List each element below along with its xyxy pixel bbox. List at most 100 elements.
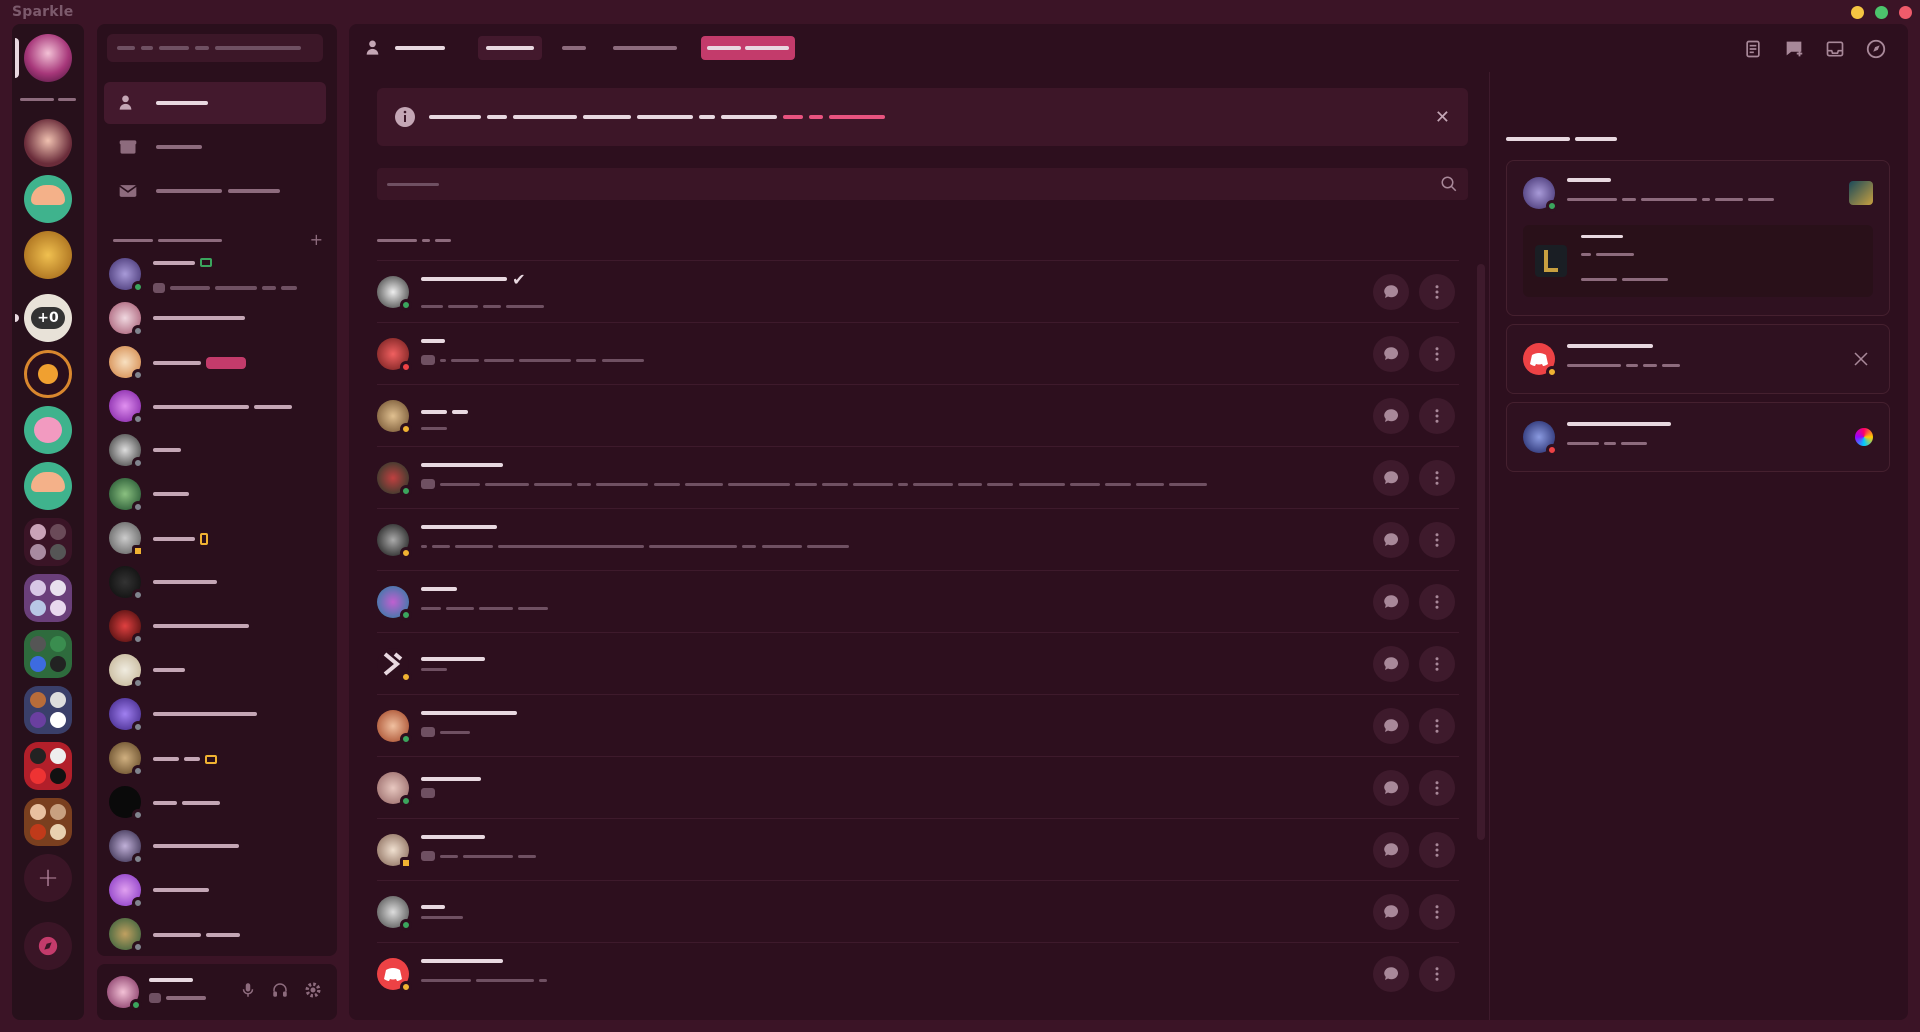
friend-row[interactable] (377, 756, 1459, 818)
close-notice-icon[interactable]: ✕ (1435, 107, 1450, 128)
dm-item[interactable] (109, 694, 325, 734)
nav-friends[interactable] (104, 82, 326, 124)
friend-row[interactable] (377, 818, 1459, 880)
dm-item[interactable] (109, 254, 325, 294)
friend-row[interactable] (377, 880, 1459, 942)
more-options-button[interactable] (1419, 708, 1455, 744)
more-options-button[interactable] (1419, 832, 1455, 868)
pink-character-server-icon[interactable] (24, 406, 72, 454)
message-button[interactable] (1373, 336, 1409, 372)
add-server-icon[interactable]: + (24, 854, 72, 902)
avatar (377, 771, 412, 807)
dm-item[interactable] (109, 386, 325, 426)
create-dm-icon[interactable]: + (310, 230, 323, 249)
dm-item[interactable] (109, 782, 325, 822)
friend-row[interactable] (377, 942, 1459, 1004)
friend-row[interactable] (377, 632, 1459, 694)
home-avatar-icon[interactable] (24, 34, 72, 82)
tab-pending[interactable] (611, 36, 679, 60)
more-options-button[interactable] (1419, 336, 1455, 372)
avatar (109, 434, 144, 469)
more-options-button[interactable] (1419, 522, 1455, 558)
message-button[interactable] (1373, 398, 1409, 434)
message-button[interactable] (1373, 522, 1409, 558)
changelog-icon[interactable] (1741, 37, 1765, 61)
folder-icon[interactable] (24, 742, 72, 790)
circle-badge-server-icon[interactable] (24, 350, 72, 398)
tab-add-friend[interactable] (701, 36, 795, 60)
more-options-button[interactable] (1419, 398, 1455, 434)
activity-card[interactable] (1506, 402, 1890, 472)
message-button[interactable] (1373, 832, 1409, 868)
message-button[interactable] (1373, 708, 1409, 744)
mushroom-server-icon[interactable] (24, 175, 72, 223)
nav-message-requests[interactable] (104, 170, 326, 212)
dm-item[interactable] (109, 474, 325, 514)
dm-item[interactable] (109, 826, 325, 866)
folder-icon[interactable] (24, 798, 72, 846)
more-options-button[interactable] (1419, 956, 1455, 992)
settings-icon[interactable] (303, 980, 323, 1004)
user-info[interactable] (149, 977, 207, 1007)
message-button[interactable] (1373, 584, 1409, 620)
dm-item[interactable] (109, 518, 325, 558)
friend-row[interactable] (377, 694, 1459, 756)
avatar[interactable] (107, 976, 142, 1011)
dm-item[interactable] (109, 342, 325, 382)
more-options-button[interactable] (1419, 460, 1455, 496)
message-button[interactable] (1373, 894, 1409, 930)
friend-row[interactable] (377, 384, 1459, 446)
headphones-icon[interactable] (271, 981, 289, 1003)
message-button[interactable] (1373, 274, 1409, 310)
message-button[interactable] (1373, 646, 1409, 682)
dm-item[interactable] (109, 430, 325, 470)
nav-shop[interactable] (104, 126, 326, 168)
dm-item[interactable] (109, 914, 325, 954)
maximize-button[interactable] (1875, 6, 1888, 19)
more-options-button[interactable] (1419, 584, 1455, 620)
avatar (109, 258, 144, 293)
dm-item[interactable] (109, 562, 325, 602)
dm-item[interactable] (109, 870, 325, 910)
friend-row[interactable] (377, 570, 1459, 632)
minimize-button[interactable] (1851, 6, 1864, 19)
friend-row[interactable] (377, 446, 1459, 508)
discover-icon[interactable] (1864, 37, 1888, 61)
folder-icon[interactable] (24, 630, 72, 678)
tab-all[interactable] (558, 36, 590, 60)
server-anime-icon[interactable] (24, 119, 72, 167)
plus-zero-server-icon[interactable]: +0 (24, 294, 72, 342)
microphone-icon[interactable] (239, 981, 257, 1003)
close-button[interactable] (1899, 6, 1912, 19)
discover-icon[interactable] (24, 922, 72, 970)
more-options-button[interactable] (1419, 646, 1455, 682)
activity-card[interactable] (1506, 324, 1890, 394)
folder-icon[interactable] (24, 574, 72, 622)
more-options-button[interactable] (1419, 274, 1455, 310)
more-vertical-icon (1435, 409, 1439, 423)
new-group-dm-icon[interactable] (1782, 37, 1806, 61)
folder-icon[interactable] (24, 518, 72, 566)
dm-item[interactable] (109, 606, 325, 646)
inbox-icon[interactable] (1823, 37, 1847, 61)
tab-online[interactable] (478, 36, 542, 60)
folder-icon[interactable] (24, 686, 72, 734)
message-button[interactable] (1373, 956, 1409, 992)
mushroom-server-icon[interactable] (24, 462, 72, 510)
more-options-button[interactable] (1419, 770, 1455, 806)
activity-card[interactable] (1506, 160, 1890, 316)
dm-item[interactable] (109, 738, 325, 778)
friends-search-input[interactable] (377, 168, 1468, 200)
dm-item[interactable] (109, 298, 325, 338)
friend-row[interactable]: ✔ (377, 260, 1459, 322)
friend-row[interactable] (377, 322, 1459, 384)
more-options-button[interactable] (1419, 894, 1455, 930)
gold-server-icon[interactable] (24, 231, 72, 279)
dm-item[interactable] (109, 650, 325, 690)
scrollbar[interactable] (1477, 264, 1485, 840)
message-button[interactable] (1373, 460, 1409, 496)
avatar (377, 709, 412, 745)
message-button[interactable] (1373, 770, 1409, 806)
friend-row[interactable] (377, 508, 1459, 570)
find-conversation-button[interactable] (107, 34, 323, 62)
